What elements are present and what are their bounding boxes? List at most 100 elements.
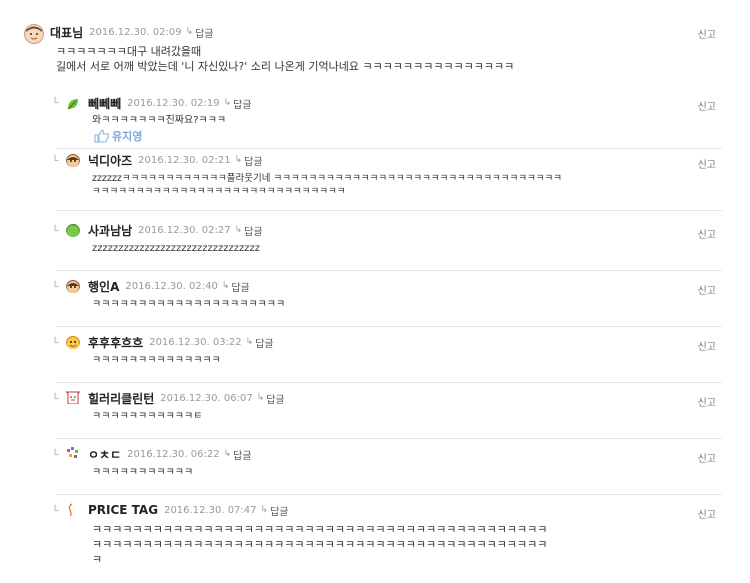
face-avatar-icon [66, 280, 80, 293]
comment-text-line: ㅋㅋㅋㅋㅋㅋㅋㅋㅋㅋㅋㅋㅋㅋㅋㅋㅋㅋㅋㅋㅋㅋㅋㅋㅋㅋㅋㅋㅋㅋㅋㅋㅋㅋㅋㅋㅋㅋㅋㅋ… [92, 523, 548, 536]
reply-item: └ 힐러리클린턴 2016.12.30. 06:07 ↳ 답글 신고 ㅋㅋㅋㅋㅋㅋ… [20, 388, 722, 444]
reply-button[interactable]: ↳ 답글 [224, 96, 252, 111]
comment-text-line: 와ㅋㅋㅋㅋㅋㅋㅋ진짜요?ㅋㅋㅋ [92, 115, 227, 126]
reply-button[interactable]: ↳ 답글 [235, 153, 263, 168]
reply-button[interactable]: ↳ 답글 [186, 25, 214, 40]
like-badge: 유지영 [94, 128, 142, 144]
comment-item: 대표님 2016.12.30. 02:09 ↳ 답글 신고 ㅋㅋㅋㅋㅋㅋㅋ대구 내… [20, 20, 722, 90]
reply-arrow-icon: ↳ [223, 449, 232, 459]
comment-author[interactable]: PRICE TAG [88, 503, 158, 517]
report-button[interactable]: 신고 [698, 26, 716, 41]
avatar [66, 96, 80, 110]
comment-author[interactable]: 후후후흐흐 [88, 334, 143, 351]
reply-arrow-icon: ↳ [234, 225, 243, 235]
comment-date: 2016.12.30. 06:07 [160, 392, 253, 404]
comment-text-line: ㅋㅋㅋㅋㅋㅋㅋㅋㅋㅋㅋㅋㅋㅋㅋㅋㅋㅋㅋㅋㅋㅋㅋㅋㅋㅋㅋㅋㅋ [92, 186, 346, 197]
reply-indent-icon: └ [52, 98, 59, 109]
report-button[interactable]: 신고 [698, 282, 716, 297]
person-avatar-icon [66, 390, 80, 404]
avatar [66, 502, 80, 516]
comment-author[interactable]: 대표님 [50, 24, 83, 41]
divider [56, 148, 722, 149]
comment-date: 2016.12.30. 02:40 [125, 280, 218, 292]
thumbs-up-icon [94, 129, 110, 143]
comment-text-line: ㅋㅋㅋㅋㅋㅋㅋㅋㅋㅋㅋㅋㅋㅋㅋㅋㅋㅋㅋㅋㅋ [92, 299, 286, 310]
colorful-avatar-icon [67, 447, 78, 458]
divider [56, 438, 722, 439]
reply-indent-icon: └ [52, 506, 59, 517]
comment-date: 2016.12.30. 02:09 [89, 26, 182, 38]
report-button[interactable]: 신고 [698, 226, 716, 241]
reply-arrow-icon: ↳ [234, 155, 243, 165]
comment-text-line: zzzzzzㅋㅋㅋㅋㅋㅋㅋㅋㅋㅋㅋㅋ플라웃기네 ㅋㅋㅋㅋㅋㅋㅋㅋㅋㅋㅋㅋㅋㅋㅋㅋ… [92, 173, 562, 184]
report-button[interactable]: 신고 [698, 98, 716, 113]
reply-item: └ 후후후흐흐 2016.12.30. 03:22 ↳ 답글 신고 ㅋㅋㅋㅋㅋㅋㅋ… [20, 332, 722, 388]
reply-indent-icon: └ [52, 282, 59, 293]
face-avatar-icon [26, 26, 42, 42]
reply-indent-icon: └ [52, 450, 59, 461]
report-button[interactable]: 신고 [698, 450, 716, 465]
comment-date: 2016.12.30. 02:27 [138, 224, 231, 236]
comment-author[interactable]: 넉디아즈 [88, 152, 132, 169]
divider [56, 382, 722, 383]
reply-arrow-icon: ↳ [221, 281, 230, 291]
report-button[interactable]: 신고 [698, 394, 716, 409]
comment-date: 2016.12.30. 07:47 [164, 504, 257, 516]
reply-arrow-icon: ↳ [256, 393, 265, 403]
reply-button[interactable]: ↳ 답글 [261, 503, 289, 518]
reply-button[interactable]: ↳ 답글 [246, 335, 274, 350]
reply-arrow-icon: ↳ [260, 505, 269, 515]
reply-button[interactable]: ↳ 답글 [222, 279, 250, 294]
avatar [66, 279, 80, 293]
divider [56, 494, 722, 495]
divider [56, 326, 722, 327]
reply-item: └ 사과남남 2016.12.30. 02:27 ↳ 답글 신고 zzzzzzzz… [20, 220, 722, 276]
tag-avatar-icon [68, 503, 73, 516]
reply-arrow-icon: ↳ [185, 27, 194, 37]
reply-button[interactable]: ↳ 답글 [224, 447, 252, 462]
reply-indent-icon: └ [52, 338, 59, 349]
report-button[interactable]: 신고 [698, 506, 716, 521]
avatar [66, 335, 80, 349]
comment-date: 2016.12.30. 03:22 [149, 336, 242, 348]
reply-indent-icon: └ [52, 226, 59, 237]
comment-text-line: ㅋㅋㅋㅋㅋㅋㅋㅋㅋㅋㅋ [92, 467, 194, 478]
avatar [66, 446, 80, 460]
reply-item: └ 뻬뻬뻬 2016.12.30. 02:19 ↳ 답글 신고 와ㅋㅋㅋㅋㅋㅋㅋ진… [20, 92, 722, 150]
face-avatar-icon [66, 154, 80, 167]
comment-author[interactable]: ㅇㅊㄷ [88, 446, 121, 463]
comment-date: 2016.12.30. 06:22 [127, 448, 220, 460]
comment-date: 2016.12.30. 02:19 [127, 97, 220, 109]
comment-section: 대표님 2016.12.30. 02:09 ↳ 답글 신고 ㅋㅋㅋㅋㅋㅋㅋ대구 내… [0, 0, 750, 583]
reply-arrow-icon: ↳ [223, 98, 232, 108]
apple-avatar-icon [66, 224, 80, 237]
reply-indent-icon: └ [52, 394, 59, 405]
comment-author[interactable]: 행인A [88, 278, 119, 295]
divider [56, 210, 722, 211]
report-button[interactable]: 신고 [698, 156, 716, 171]
comment-text-line: 길에서 서로 어깨 박았는데 '니 자신있나?' 소리 나온게 기억나네요 ㅋㅋ… [56, 60, 515, 73]
reply-button[interactable]: ↳ 답글 [235, 223, 263, 238]
reply-item: └ 행인A 2016.12.30. 02:40 ↳ 답글 신고 ㅋㅋㅋㅋㅋㅋㅋㅋㅋ… [20, 276, 722, 332]
reply-item: └ 넉디아즈 2016.12.30. 02:21 ↳ 답글 신고 zzzzzzㅋㅋ… [20, 150, 722, 218]
comment-text-line: ㅋㅋㅋㅋㅋㅋㅋㅋㅋㅋㅋㅋㅋㅋ [92, 355, 221, 366]
comment-text-line: ㅋㅋㅋㅋㅋㅋㅋ대구 내려갔을때 [56, 45, 202, 58]
comment-text-line: zzzzzzzzzzzzzzzzzzzzzzzzzzzzzzzz [92, 243, 260, 254]
report-button[interactable]: 신고 [698, 338, 716, 353]
like-user: 유지영 [112, 130, 143, 143]
comment-author[interactable]: 뻬뻬뻬 [88, 95, 121, 112]
comment-author[interactable]: 힐러리클린턴 [88, 390, 154, 407]
smile-avatar-icon [66, 336, 80, 349]
avatar [66, 153, 80, 167]
reply-button[interactable]: ↳ 답글 [257, 391, 285, 406]
comment-text-line: ㅋㅋㅋㅋㅋㅋㅋㅋㅋㅋㅋㅋㅋㅋㅋㅋㅋㅋㅋㅋㅋㅋㅋㅋㅋㅋㅋㅋㅋㅋㅋㅋㅋㅋㅋㅋㅋㅋㅋㅋ… [92, 538, 548, 551]
comment-date: 2016.12.30. 02:21 [138, 154, 231, 166]
comment-text-line: ㅋ [92, 553, 103, 566]
comment-text-line: ㅋㅋㅋㅋㅋㅋㅋㅋㅋㅋㅋㅌ [92, 411, 203, 422]
comment-author[interactable]: 사과남남 [88, 222, 132, 239]
divider [56, 270, 722, 271]
comment-list: 대표님 2016.12.30. 02:09 ↳ 답글 신고 ㅋㅋㅋㅋㅋㅋㅋ대구 내… [20, 14, 722, 576]
reply-arrow-icon: ↳ [245, 337, 254, 347]
avatar [66, 390, 80, 404]
avatar [24, 24, 44, 44]
